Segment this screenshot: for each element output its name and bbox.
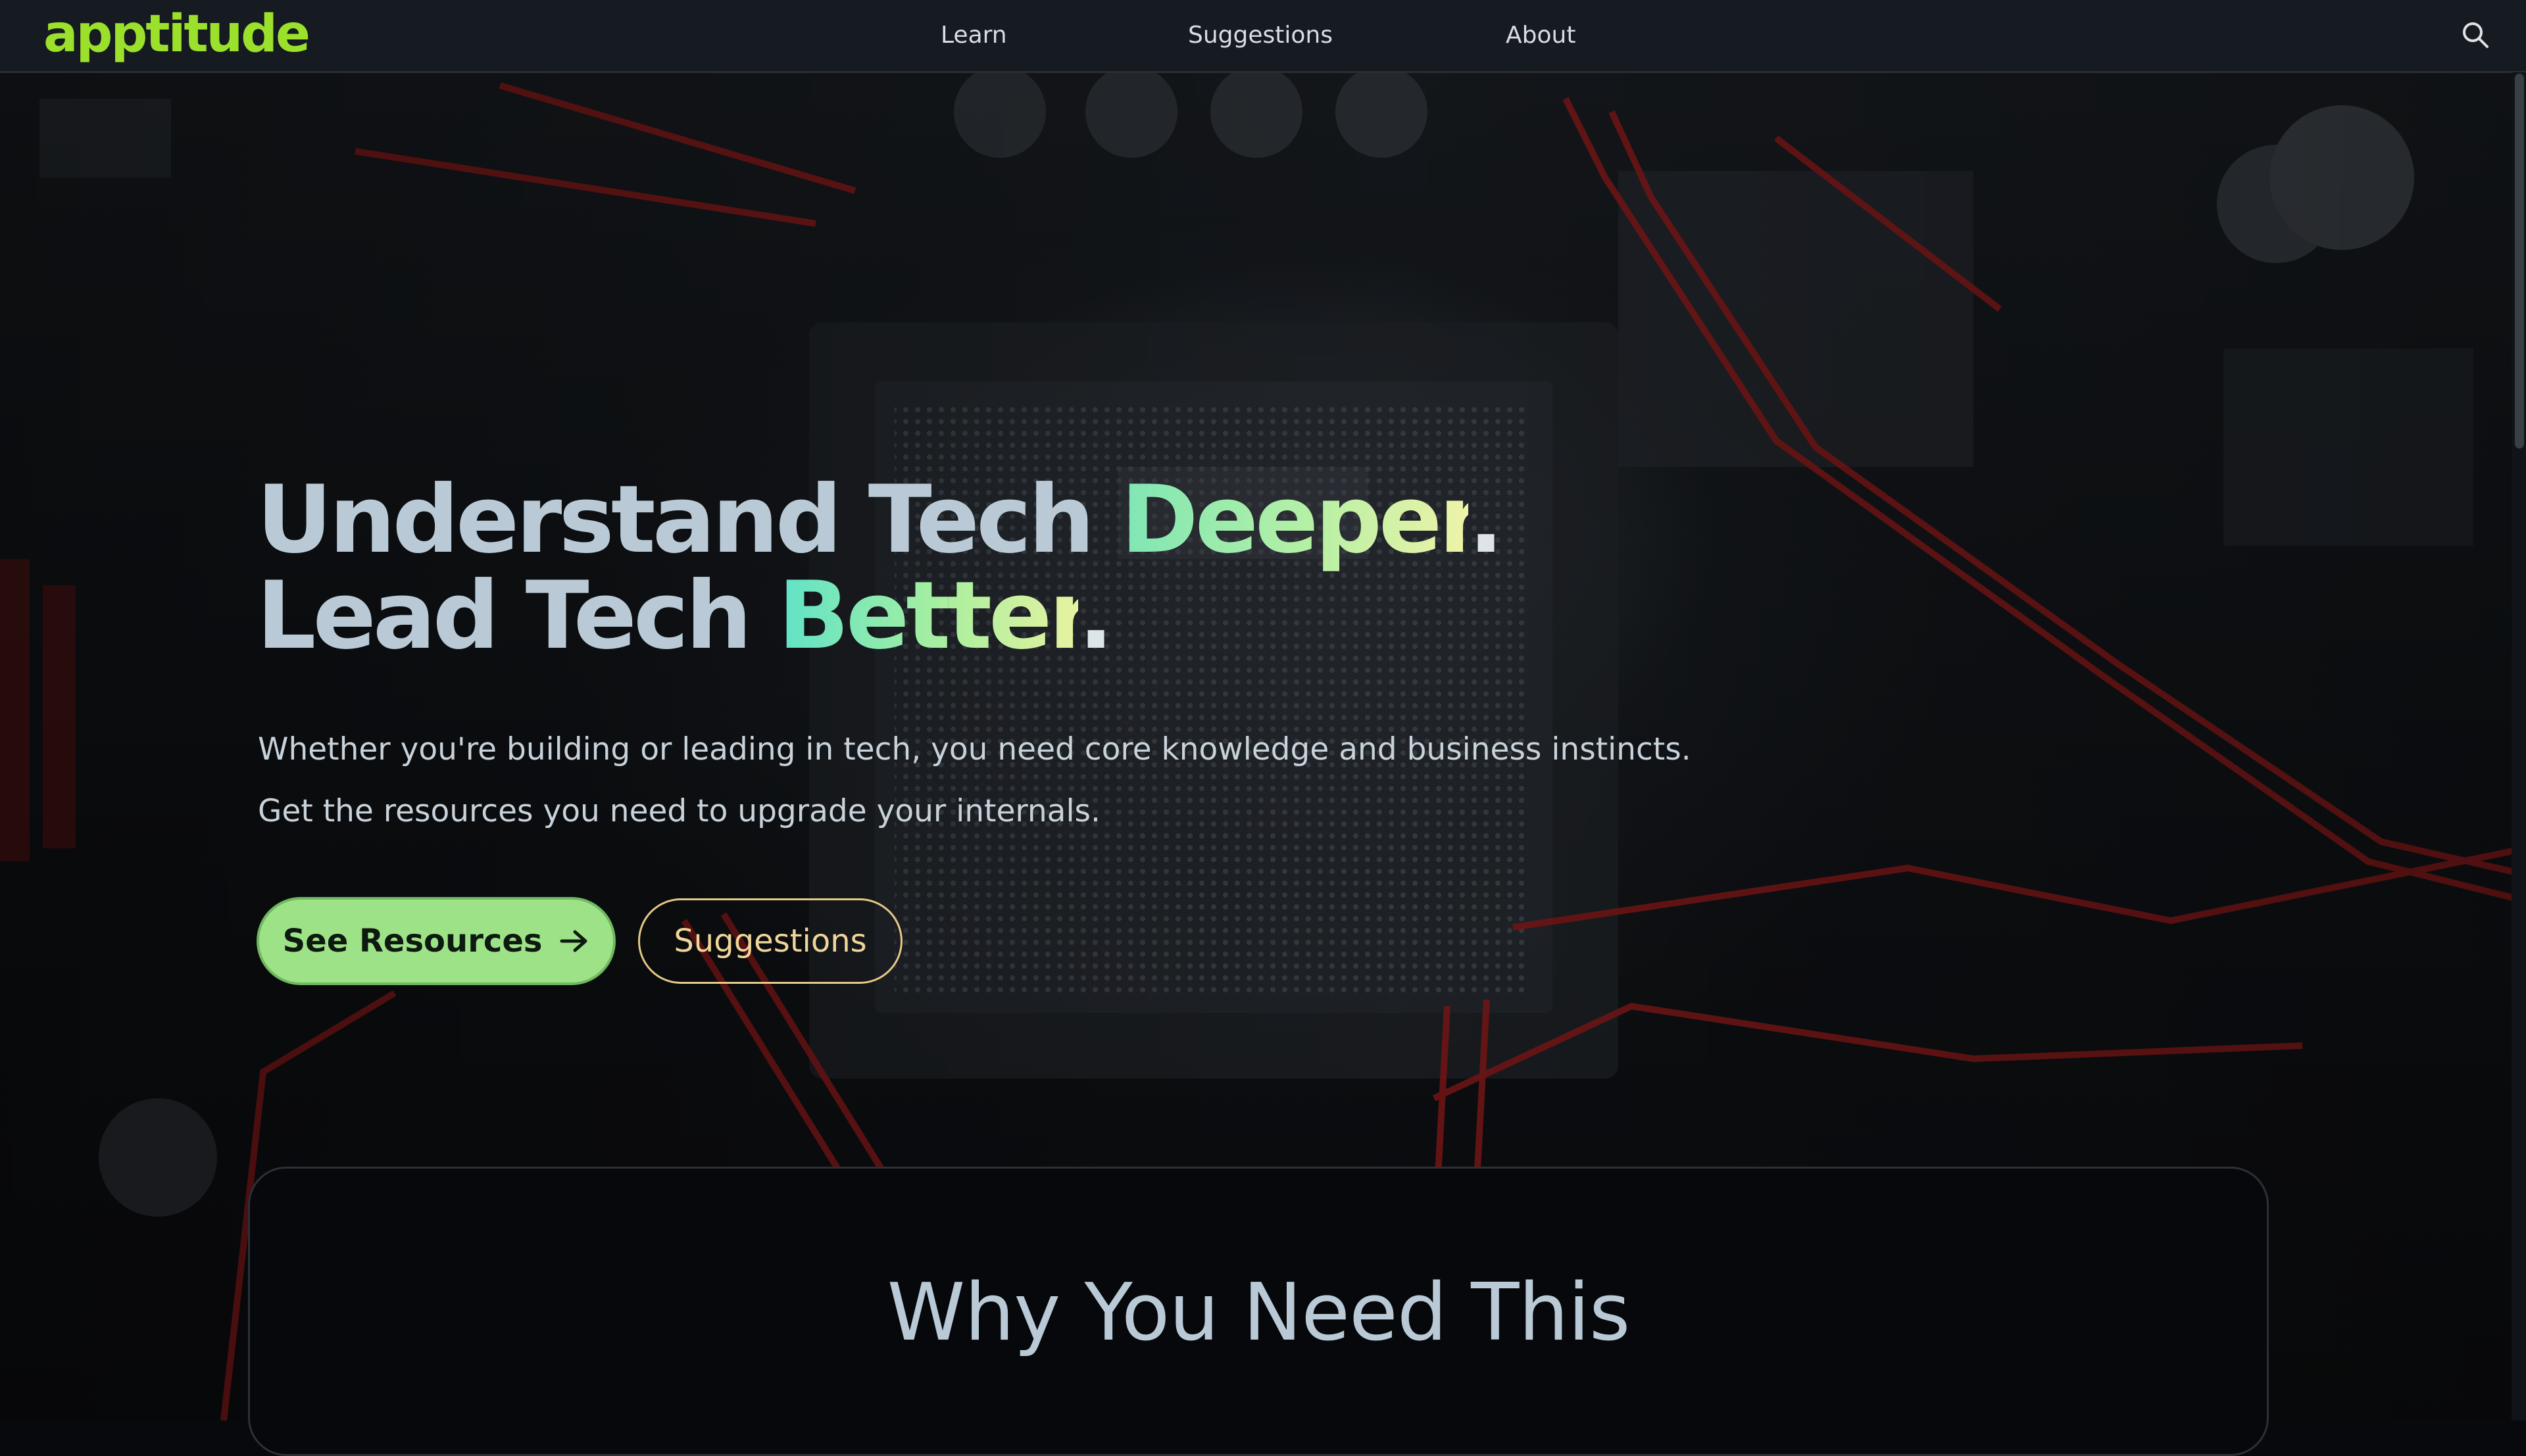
headline-accent-better: Better xyxy=(778,562,1081,670)
top-navigation-bar: apptitude Learn Suggestions About xyxy=(0,0,2526,73)
section-title: Why You Need This xyxy=(887,1267,1631,1359)
nav-item-suggestions[interactable]: Suggestions xyxy=(1188,18,1333,53)
suggestions-button[interactable]: Suggestions xyxy=(638,898,903,984)
nav-item-about[interactable]: About xyxy=(1506,18,1575,53)
headline-line-1-text: Understand Tech xyxy=(257,466,1121,574)
headline-line-1: Understand Tech Deeper. xyxy=(257,472,1504,568)
scrollbar-thumb[interactable] xyxy=(2515,74,2524,449)
hero-subtext-2: Get the resources you need to upgrade yo… xyxy=(258,793,1101,829)
brand-logo[interactable]: apptitude xyxy=(43,3,310,66)
hero-subtext-1: Whether you're building or leading in te… xyxy=(258,731,1691,767)
why-section-card: Why You Need This xyxy=(248,1167,2269,1456)
arrow-right-icon xyxy=(560,930,587,952)
suggestions-button-label: Suggestions xyxy=(674,923,867,959)
nav-item-learn[interactable]: Learn xyxy=(941,18,1007,53)
headline-line-2: Lead Tech Better. xyxy=(257,568,1500,664)
headline-line-2-period: . xyxy=(1078,562,1114,670)
headline-line-1-period: . xyxy=(1468,466,1504,574)
headline-line-2-text: Lead Tech xyxy=(257,562,778,670)
headline-accent-deeper: Deeper xyxy=(1120,466,1472,574)
see-resources-button[interactable]: See Resources xyxy=(257,897,616,985)
see-resources-label: See Resources xyxy=(282,923,543,959)
search-icon[interactable] xyxy=(2460,20,2490,50)
hero-headline: Understand Tech Deeper. Lead Tech Better… xyxy=(257,472,1504,664)
